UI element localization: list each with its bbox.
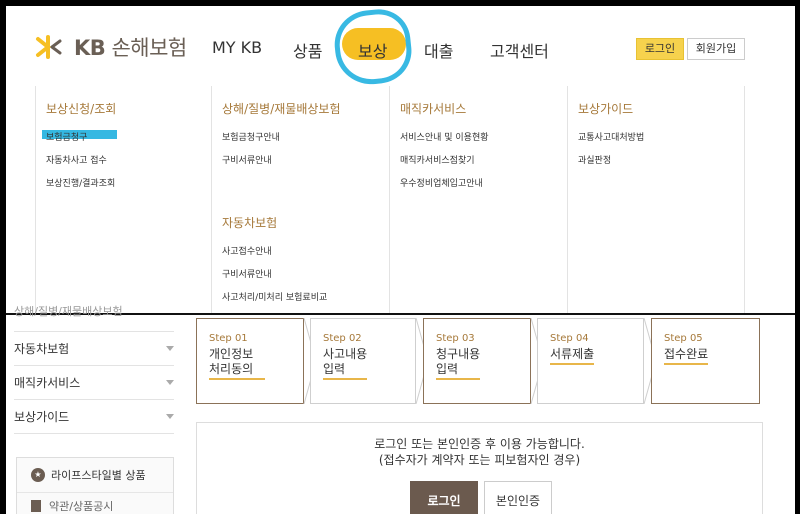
left-sidebar: 상해/질병/재물배상보험 자동차보험 매직카서비스 보상가이드 — [14, 298, 174, 434]
step-01: Step 01 개인정보 처리동의 — [196, 318, 304, 404]
mega-item[interactable]: 우수정비업체입고안내 — [400, 176, 567, 189]
mega-category: 상해/질병/재물배상보험 — [222, 102, 341, 116]
chevron-down-icon — [166, 380, 174, 385]
step-underline — [436, 378, 480, 380]
window-frame-right — [795, 0, 800, 514]
mega-item[interactable]: 사고접수안내 — [222, 244, 389, 257]
claim-steps: Step 01 개인정보 처리동의 Step 02 사고내용 입력 Step 03 … — [196, 318, 761, 404]
mega-col-magiccar: 매직카서비스 서비스안내 및 이용현황 매직카서비스점찾기 우수정비업체입고안내 — [390, 86, 568, 314]
step-04: Step 04 서류제출 — [537, 318, 644, 404]
annotation-circle — [331, 6, 415, 88]
auth-notice-text: 로그인 또는 본인인증 후 이용 가능합니다. (접수자가 계약자 또는 피보험… — [374, 437, 585, 467]
kb-logo[interactable]: KB 손해보험 — [34, 32, 187, 62]
header-login-button[interactable]: 로그인 — [636, 38, 684, 60]
mega-item[interactable]: 구비서류안내 — [222, 153, 389, 166]
kb-star-icon — [36, 35, 62, 59]
mega-item[interactable]: 매직카서비스점찾기 — [400, 153, 567, 166]
step-underline — [550, 363, 594, 365]
sidebar-item-magiccar[interactable]: 매직카서비스 — [14, 366, 174, 400]
mega-item[interactable]: 사고처리/미처리 보험료비교 — [222, 290, 389, 303]
auth-notice-box: 로그인 또는 본인인증 후 이용 가능합니다. (접수자가 계약자 또는 피보험… — [196, 422, 763, 514]
mega-item-car-accident[interactable]: 자동차사고 접수 — [46, 153, 211, 166]
mega-item-claim-request[interactable]: 보험금청구 — [42, 130, 211, 143]
mega-item[interactable]: 서비스안내 및 이용현황 — [400, 130, 567, 143]
step-05: Step 05 접수완료 — [651, 318, 760, 404]
mega-item-claim-status[interactable]: 보상진행/결과조회 — [46, 176, 211, 189]
sidebar-item-guide[interactable]: 보상가이드 — [14, 400, 174, 434]
sidebar-item-car[interactable]: 자동차보험 — [14, 332, 174, 366]
mega-dropdown-menu: 보상신청/조회 보험금청구 자동차사고 접수 보상진행/결과조회 상해/질병/재… — [35, 86, 745, 314]
star-icon: ★ — [31, 468, 45, 482]
header-join-button[interactable]: 회원가입 — [687, 38, 745, 60]
step-underline — [209, 378, 265, 380]
mega-category: 매직카서비스 — [400, 102, 467, 116]
step-underline — [323, 378, 367, 380]
document-icon — [31, 499, 41, 512]
logo-text: KB 손해보험 — [74, 36, 187, 60]
mega-item[interactable]: 보험금청구안내 — [222, 130, 389, 143]
chevron-down-icon — [166, 414, 174, 419]
sidebar-quick-box: ★ 라이프스타일별 상품 약관/상품공시 — [16, 457, 174, 514]
step-underline — [664, 363, 708, 365]
terms-link[interactable]: 약관/상품공시 — [17, 493, 173, 514]
sidebar-item-partial[interactable]: 상해/질병/재물배상보험 — [14, 298, 174, 332]
gnb-item-customer-center[interactable]: 고객센터 — [490, 38, 549, 62]
login-button[interactable]: 로그인 — [410, 481, 478, 514]
mega-item[interactable]: 구비서류안내 — [222, 267, 389, 280]
mega-category: 보상가이드 — [578, 102, 634, 116]
step-02: Step 02 사고내용 입력 — [310, 318, 416, 404]
gnb-item-mykb[interactable]: MY KB — [212, 38, 262, 57]
gnb-item-loans[interactable]: 대출 — [424, 38, 453, 62]
chevron-down-icon — [166, 346, 174, 351]
mega-col-injury-car: 상해/질병/재물배상보험 보험금청구안내 구비서류안내 자동차보험 사고접수안내… — [212, 86, 390, 314]
mega-col-guide: 보상가이드 교통사고대처방법 과실판정 — [568, 86, 744, 314]
mega-col-claim-apply: 보상신청/조회 보험금청구 자동차사고 접수 보상진행/결과조회 — [36, 86, 212, 314]
mega-category: 보상신청/조회 — [46, 102, 117, 116]
step-03: Step 03 청구내용 입력 — [423, 318, 531, 404]
site-header: KB 손해보험 MY KB 상품 보상 대출 고객센터 로그인 회원가입 — [6, 6, 795, 88]
gnb-item-products[interactable]: 상품 — [293, 38, 322, 62]
mega-item[interactable]: 교통사고대처방법 — [578, 130, 744, 143]
mega-item[interactable]: 과실판정 — [578, 153, 744, 166]
identity-verify-button[interactable]: 본인인증 — [484, 481, 552, 514]
mega-category: 자동차보험 — [222, 216, 278, 230]
lifestyle-products-link[interactable]: ★ 라이프스타일별 상품 — [17, 458, 173, 493]
